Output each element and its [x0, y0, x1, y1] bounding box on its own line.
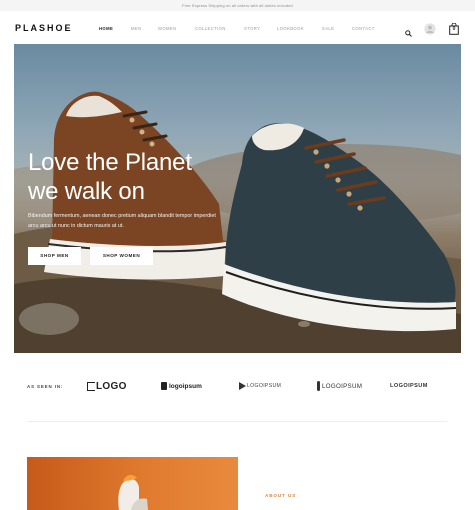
press-logo-1: LOGO	[87, 379, 127, 393]
nav-women[interactable]: WOMEN	[158, 26, 177, 31]
press-logo-5-text: LOGOIPSUM	[390, 383, 428, 389]
as-seen-in-label: AS SEEN IN:	[27, 384, 64, 389]
announcement-text: Free Express Shipping on all orders with…	[182, 3, 293, 8]
shop-women-button[interactable]: SHOP WOMEN	[90, 247, 153, 265]
hero-title: Love the Planet we walk on	[28, 148, 228, 206]
section-divider	[27, 421, 447, 422]
press-logo-3: LOGOIPSUM	[239, 379, 281, 393]
hero-title-line-2: we walk on	[28, 178, 145, 205]
hero-title-line-1: Love the Planet	[28, 149, 192, 176]
as-seen-in-strip: AS SEEN IN: LOGO logoipsum LOGOIPSUM LOG…	[0, 370, 475, 404]
press-logo-2-text: logoipsum	[169, 382, 202, 390]
nav-story[interactable]: STORY	[244, 26, 260, 31]
press-logo-1-mark	[87, 381, 95, 391]
nav-lookbook[interactable]: LOOKBOOK	[277, 26, 304, 31]
press-logo-2-mark	[161, 382, 167, 390]
user-icon[interactable]	[424, 22, 436, 40]
nav-home[interactable]: HOME	[99, 26, 113, 31]
nav-sale[interactable]: SALE	[322, 26, 334, 31]
press-logo-1-text: LOGO	[96, 380, 127, 392]
site-header: PLASHOE HOME MEN WOMEN COLLECTION STORY …	[0, 11, 475, 44]
cart-count: 0	[452, 26, 456, 32]
nav-collection[interactable]: COLLECTION	[195, 26, 226, 31]
nav-contact[interactable]: CONTACT	[352, 26, 375, 31]
press-logo-4-mark	[317, 381, 320, 391]
press-logo-4: LOGOIPSUM	[317, 379, 362, 393]
press-logo-3-text: LOGOIPSUM	[247, 383, 282, 389]
press-logo-2: logoipsum	[161, 379, 202, 393]
bag-icon[interactable]: 0	[449, 22, 459, 40]
press-logo-4-text: LOGOIPSUM	[322, 382, 363, 390]
brand-logo[interactable]: PLASHOE	[15, 23, 73, 33]
announcement-bar: Free Express Shipping on all orders with…	[0, 0, 475, 11]
about-shoe-image	[118, 474, 148, 510]
press-logo-3-mark	[239, 382, 246, 390]
press-logo-5: LOGOIPSUM	[390, 379, 428, 393]
shop-men-button[interactable]: SHOP MEN	[28, 247, 81, 265]
search-icon[interactable]	[405, 24, 412, 42]
about-image	[27, 457, 238, 510]
hero-subtitle: Bibendum fermentum, aenean donec pretium…	[28, 213, 216, 229]
nav-men[interactable]: MEN	[131, 26, 142, 31]
about-us-label: ABOUT US	[265, 493, 297, 498]
hero-banner: Love the Planet we walk on Bibendum ferm…	[14, 44, 461, 353]
